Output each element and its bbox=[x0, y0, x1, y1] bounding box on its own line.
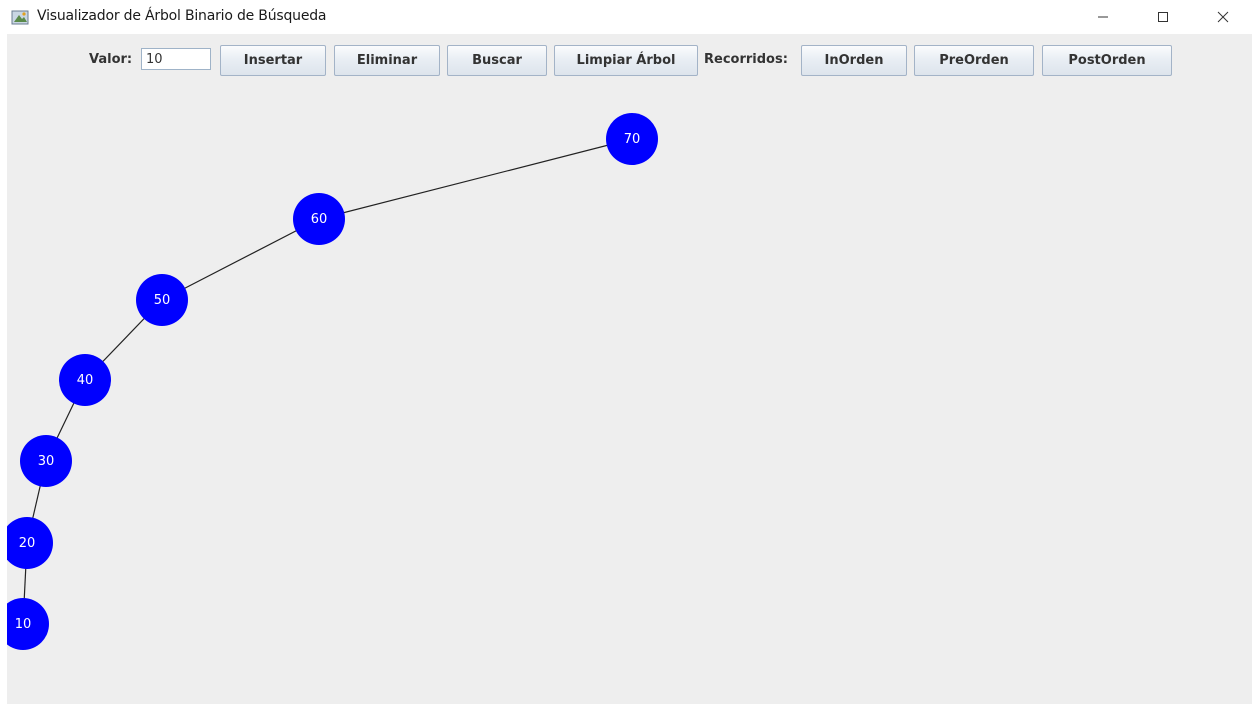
tree-node: 40 bbox=[59, 354, 111, 406]
tree-node-value: 40 bbox=[77, 373, 94, 388]
tree-node: 30 bbox=[20, 435, 72, 487]
tree-node-value: 50 bbox=[154, 293, 171, 308]
tree-edge bbox=[161, 218, 320, 301]
tree-canvas: 70 60 50 40 30 20 10 bbox=[7, 113, 658, 650]
tree-node: 70 bbox=[606, 113, 658, 165]
app-window: Visualizador de Árbol Binario de Búsqued… bbox=[7, 0, 1252, 704]
tree-node: 50 bbox=[136, 274, 188, 326]
tree-node-value: 70 bbox=[624, 132, 641, 147]
tree-node-value: 10 bbox=[15, 617, 32, 632]
tree-node: 60 bbox=[293, 193, 345, 245]
tree-node-value: 30 bbox=[38, 454, 55, 469]
tree-node: 20 bbox=[7, 517, 53, 569]
tree-node: 10 bbox=[7, 598, 49, 650]
tree-edge bbox=[318, 138, 633, 220]
tree-node-value: 20 bbox=[19, 536, 36, 551]
tree-node-value: 60 bbox=[311, 212, 328, 227]
